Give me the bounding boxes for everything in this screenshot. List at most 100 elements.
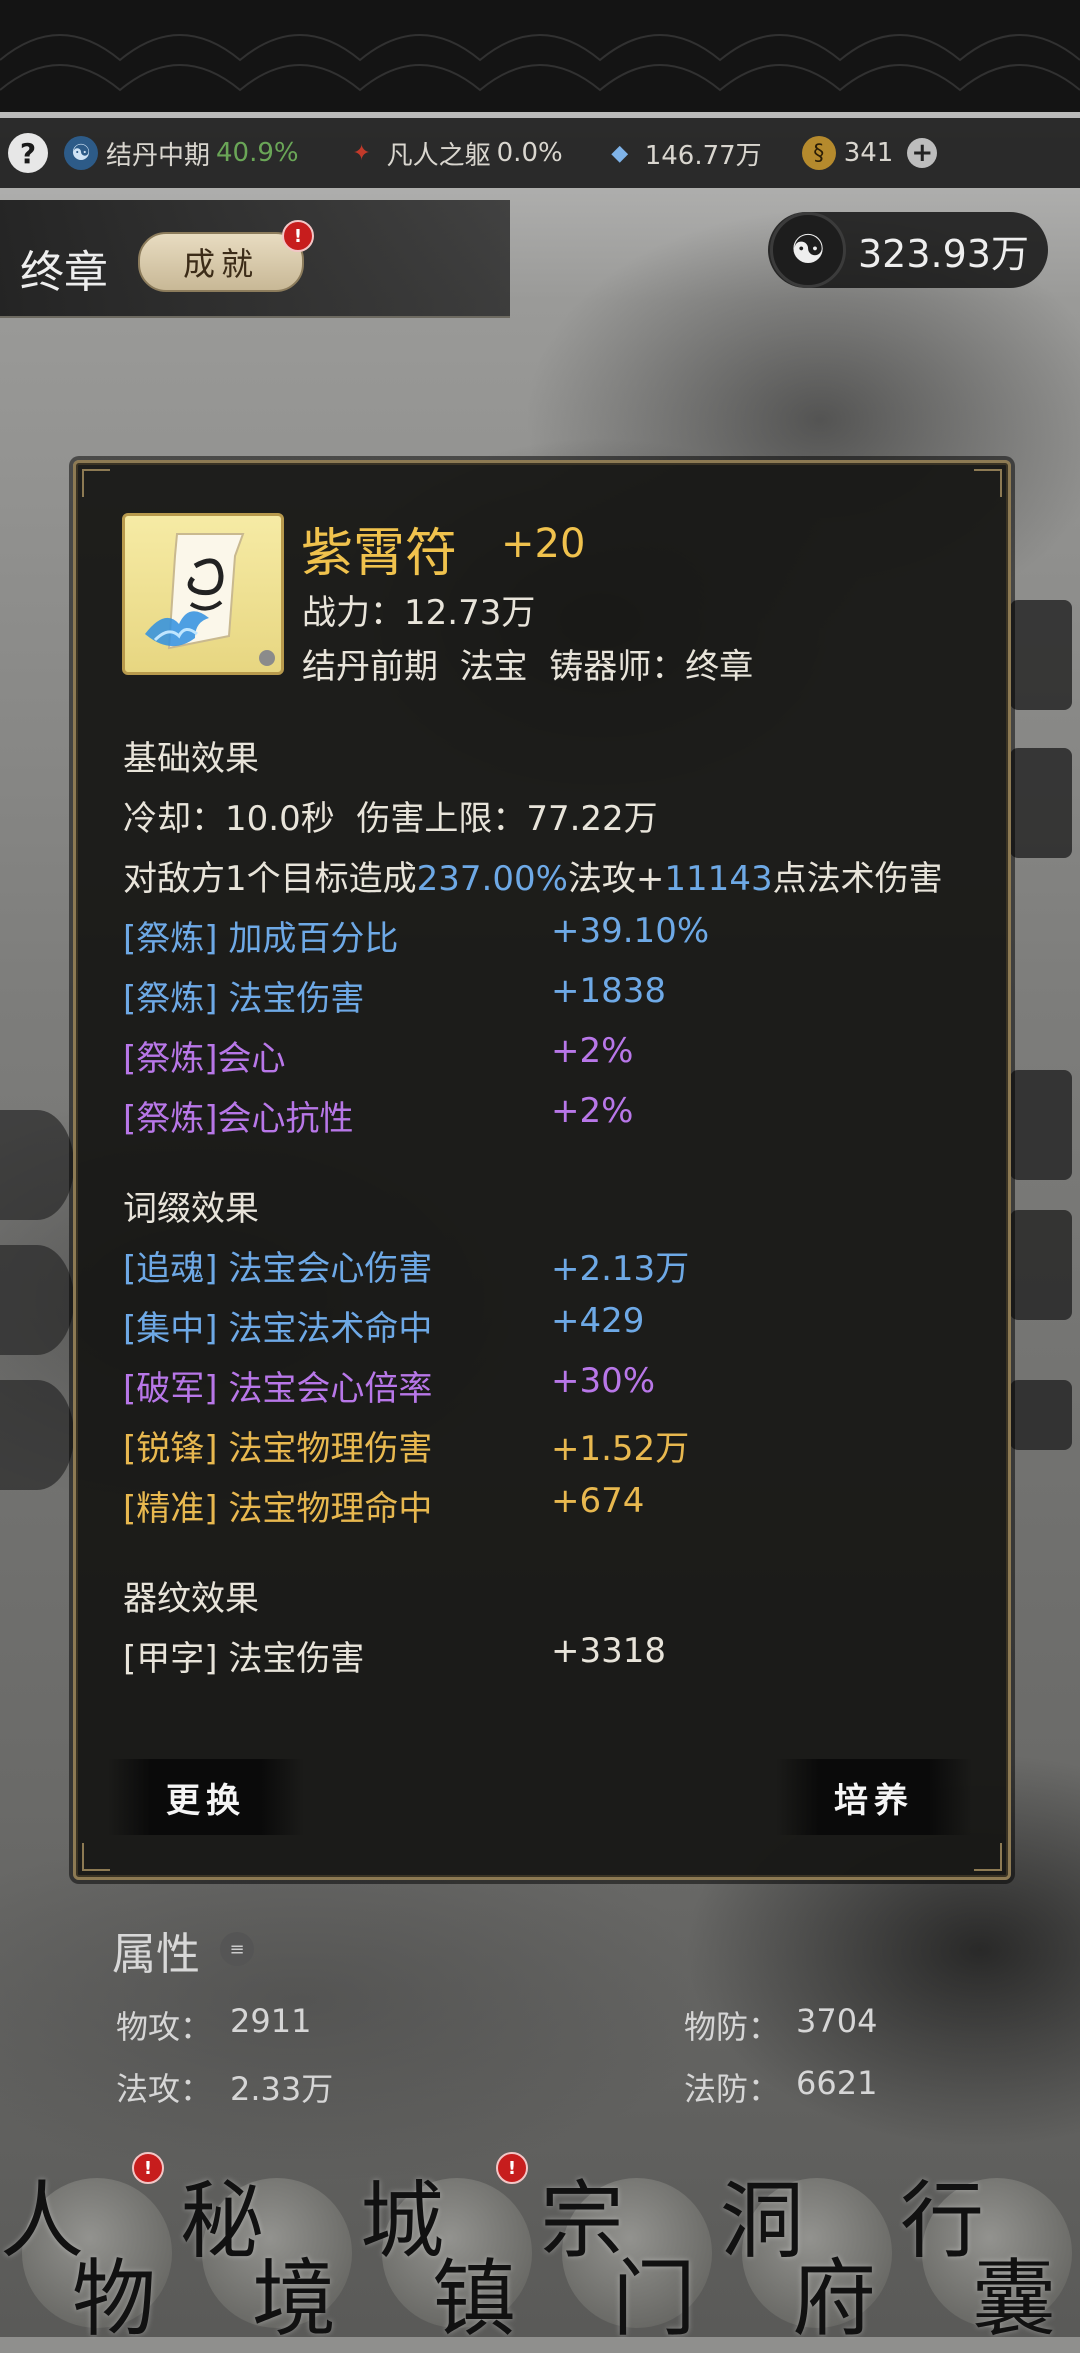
phys-def-label: 物防：: [684, 2008, 781, 2046]
gold-coin-icon: §: [801, 136, 836, 170]
affix-effects-title: 词缀效果: [123, 1189, 259, 1229]
help-button[interactable]: ?: [8, 133, 48, 173]
stat-value: +1.52万: [551, 1429, 690, 1469]
skill-description: 对敌方1个目标造成237.00%法攻+11143点法术伤害: [123, 851, 943, 900]
crystal-icon: ◆: [611, 140, 629, 166]
nav-cave[interactable]: 洞 府: [720, 2150, 900, 2348]
gold-resource[interactable]: § 341 +: [801, 136, 938, 170]
nav-char-2: 物: [72, 2250, 157, 2348]
stat-value: +2%: [551, 1031, 634, 1071]
popup-corner: [82, 1843, 110, 1871]
stat-value: +3318: [551, 1631, 667, 1671]
phys-atk-label: 物攻：: [116, 2008, 213, 2046]
chapter-title: 终章: [20, 247, 108, 298]
left-tab-2[interactable]: [0, 1245, 74, 1355]
nav-secret-realm[interactable]: 秘 境: [180, 2150, 360, 2348]
gold-value: 341: [843, 138, 894, 168]
body-percent: 0.0%: [496, 138, 563, 168]
achievement-alert-badge: !: [282, 220, 314, 252]
popup-corner: [974, 469, 1002, 497]
desc-text: 对敌方1个目标造成: [123, 859, 417, 899]
achievement-button[interactable]: 成就: [138, 232, 304, 292]
nav-char-2: 门: [612, 2250, 697, 2348]
body-icon: ✦: [352, 140, 371, 166]
stat-value: +2%: [551, 1091, 634, 1131]
nav-town[interactable]: 城 镇 !: [360, 2150, 540, 2348]
stat-key: [祭炼] 法宝伤害: [123, 979, 365, 1019]
spirit-stones-counter[interactable]: ☯ 323.93万: [768, 212, 1048, 288]
stat-key: [甲字] 法宝伤害: [123, 1639, 365, 1679]
basic-effects-title: 基础效果: [123, 739, 259, 779]
spirit-stone-icon: ☯: [770, 212, 846, 288]
nav-sect[interactable]: 宗 门: [540, 2150, 720, 2348]
left-tab-1[interactable]: [0, 1110, 74, 1220]
replace-button[interactable]: 更换: [108, 1759, 304, 1835]
body-progress[interactable]: ✦ 凡人之躯 0.0%: [345, 135, 563, 172]
body-name: 凡人之躯: [386, 140, 491, 171]
nav-alert-badge: !: [496, 2152, 528, 2184]
crystal-value: 146.77万: [644, 140, 762, 171]
nav-char-2: 府: [792, 2250, 877, 2348]
realm-progress[interactable]: ☯ 结丹中期 40.9%: [64, 135, 299, 172]
desc-text: 法攻+: [567, 859, 665, 899]
side-slot-3[interactable]: [1010, 1070, 1072, 1180]
stat-key: [精准] 法宝物理命中: [123, 1489, 433, 1529]
stat-key: [祭炼] 加成百分比: [123, 919, 399, 959]
nav-char-2: 境: [252, 2250, 337, 2348]
stat-value: +674: [551, 1481, 645, 1521]
item-enhance-level: +20: [501, 521, 586, 567]
cooldown-row: 冷却：10.0秒 伤害上限：77.22万: [123, 791, 658, 840]
desc-number: 11143: [664, 859, 773, 899]
cooldown-value: 10.0秒: [225, 799, 335, 839]
stat-key: [祭炼]会心抗性: [123, 1099, 354, 1139]
stat-value: +30%: [551, 1361, 656, 1401]
realm-percent: 40.9%: [216, 138, 299, 168]
yin-yang-icon: ☯: [64, 136, 98, 170]
power-value: 12.73万: [404, 593, 536, 633]
side-slot-5[interactable]: [1010, 1380, 1072, 1450]
item-power-row: 战力：12.73万: [302, 585, 535, 634]
item-detail-popup: 紫霄符 +20 战力：12.73万 结丹前期 法宝 铸器师：终章 基础效果 冷却…: [73, 460, 1011, 1880]
mag-def-label: 法防：: [684, 2070, 781, 2108]
left-tab-3[interactable]: [0, 1380, 74, 1490]
mag-atk-label: 法攻：: [116, 2070, 213, 2108]
side-slot-2[interactable]: [1010, 748, 1072, 858]
popup-corner: [82, 469, 110, 497]
side-slot-1[interactable]: [1010, 600, 1072, 710]
add-gold-button[interactable]: +: [907, 138, 938, 168]
cooldown-label: 冷却：: [123, 799, 225, 839]
list-icon[interactable]: ≡: [220, 1932, 254, 1966]
phys-atk-value: 2911: [230, 2002, 312, 2040]
spirit-stones-value: 323.93万: [858, 231, 1029, 276]
stat-value: +2.13万: [551, 1249, 690, 1289]
nav-bag[interactable]: 行 囊: [900, 2150, 1080, 2348]
phys-def-value: 3704: [796, 2002, 878, 2040]
resource-status-bar: ? ☯ 结丹中期 40.9% ✦ 凡人之躯 0.0% ◆ 146.77万 § 3…: [0, 118, 1080, 188]
nav-char-2: 镇: [432, 2250, 517, 2348]
item-meta-row: 结丹前期 法宝 铸器师：终章: [302, 639, 753, 688]
stat-key: [追魂] 法宝会心伤害: [123, 1249, 433, 1289]
nav-character[interactable]: 人 物 !: [0, 2150, 180, 2348]
top-wave-band: [0, 0, 1080, 112]
cultivate-button[interactable]: 培养: [776, 1759, 972, 1835]
stat-value: +1838: [551, 971, 667, 1011]
mag-def-value: 6621: [796, 2064, 878, 2102]
maker-name: 终章: [685, 647, 754, 687]
power-label: 战力：: [302, 593, 404, 633]
stat-key: [锐锋] 法宝物理伤害: [123, 1429, 433, 1469]
crystal-resource[interactable]: ◆ 146.77万: [603, 135, 762, 172]
stat-key: [祭炼]会心: [123, 1039, 286, 1079]
item-type: 法宝: [459, 647, 528, 687]
side-slot-4[interactable]: [1010, 1210, 1072, 1320]
desc-percent: 237.00%: [416, 859, 568, 899]
bottom-navigation: 人 物 ! 秘 境 城 镇 ! 宗 门 洞 府 行 囊: [0, 2150, 1080, 2348]
pattern-effects-title: 器纹效果: [123, 1579, 259, 1619]
item-realm: 结丹前期: [302, 647, 438, 687]
stat-value: +429: [551, 1301, 645, 1341]
attributes-title: 属性: [112, 1929, 200, 1980]
damage-cap-value: 77.22万: [526, 799, 658, 839]
realm-name: 结丹中期: [106, 140, 211, 171]
nav-char-2: 囊: [972, 2250, 1057, 2348]
stat-key: [破军] 法宝会心倍率: [123, 1369, 433, 1409]
nav-alert-badge: !: [132, 2152, 164, 2184]
